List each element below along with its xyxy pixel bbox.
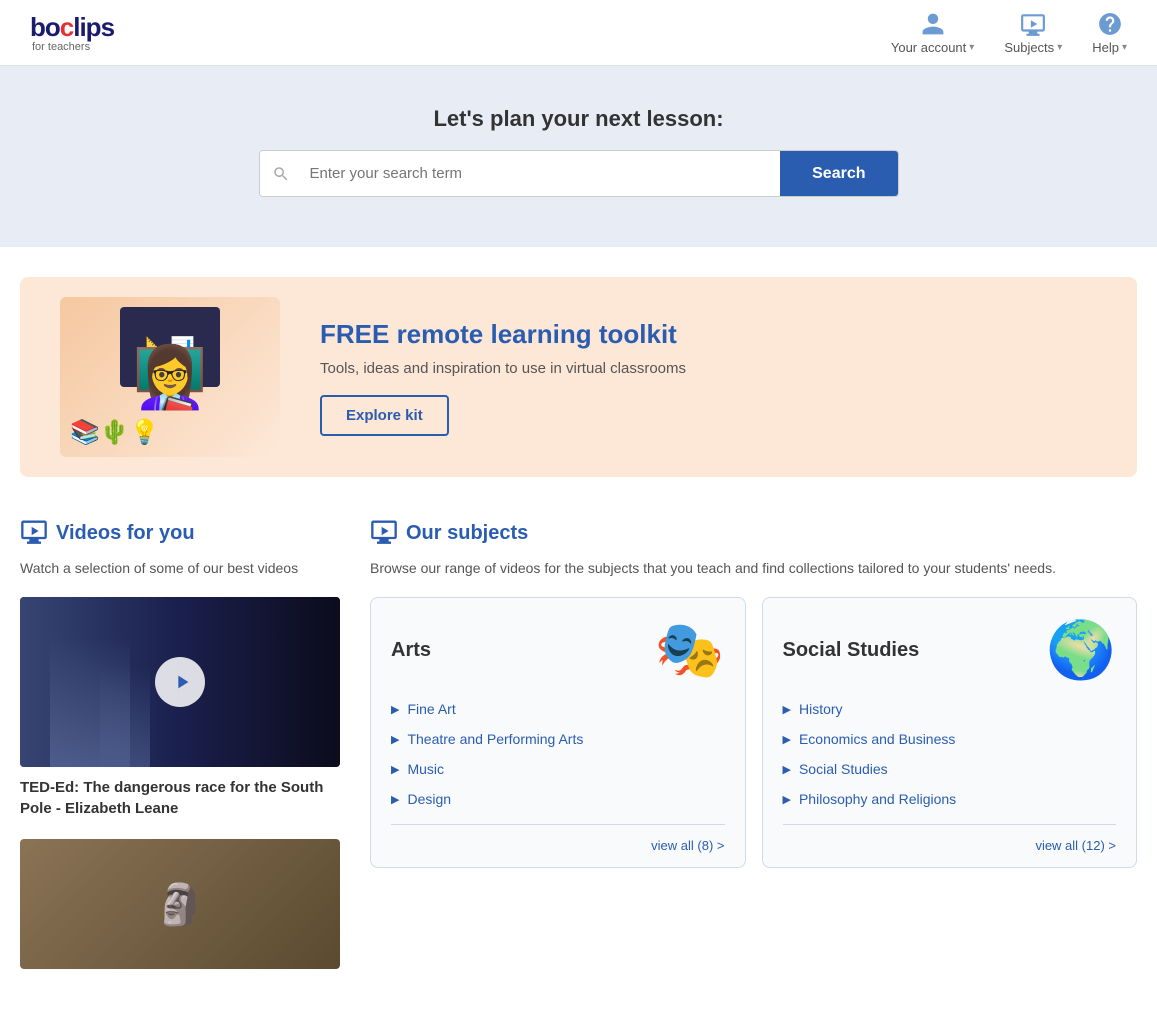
search-icon bbox=[260, 151, 302, 196]
person-icon bbox=[919, 10, 947, 38]
help-label: Help bbox=[1092, 40, 1119, 55]
social-studies-card-title: Social Studies bbox=[783, 639, 920, 662]
history-link[interactable]: History bbox=[799, 701, 843, 717]
social-studies-card-header: Social Studies 🌍 bbox=[783, 622, 1117, 678]
arts-view-all-link[interactable]: view all (8) > bbox=[651, 838, 724, 853]
banner-content: FREE remote learning toolkit Tools, idea… bbox=[320, 319, 1097, 436]
video-title: TED-Ed: The dangerous race for the South… bbox=[20, 777, 340, 819]
theatre-link[interactable]: Theatre and Performing Arts bbox=[407, 731, 583, 747]
arrow-icon: ▶ bbox=[391, 703, 399, 716]
arrow-icon: ▶ bbox=[783, 703, 791, 716]
arrow-icon: ▶ bbox=[783, 733, 791, 746]
video-card: 🗿 bbox=[20, 839, 340, 969]
logo-text: boclips bbox=[30, 12, 114, 43]
subjects-section: Our subjects Browse our range of videos … bbox=[370, 517, 1137, 989]
video-card: TED-Ed: The dangerous race for the South… bbox=[20, 597, 340, 819]
social-studies-card: Social Studies 🌍 ▶ History ▶ Economics a… bbox=[762, 597, 1138, 868]
subjects-section-desc: Browse our range of videos for the subje… bbox=[370, 558, 1137, 579]
list-item: ▶ History bbox=[783, 694, 1117, 724]
arrow-icon: ▶ bbox=[391, 763, 399, 776]
videos-icon bbox=[20, 517, 48, 550]
help-icon bbox=[1096, 10, 1124, 38]
search-input[interactable] bbox=[302, 151, 781, 196]
subjects-section-title: Our subjects bbox=[406, 522, 528, 545]
arts-card-title: Arts bbox=[391, 639, 431, 662]
nav-your-account[interactable]: Your account ▾ bbox=[891, 10, 974, 55]
hero-title: Let's plan your next lesson: bbox=[30, 106, 1127, 132]
header: boclips for teachers Your account ▾ bbox=[0, 0, 1157, 66]
monitor-icon bbox=[1019, 10, 1047, 38]
search-button[interactable]: Search bbox=[780, 151, 897, 196]
videos-section-desc: Watch a selection of some of our best vi… bbox=[20, 558, 340, 579]
design-link[interactable]: Design bbox=[407, 791, 451, 807]
list-item: ▶ Social Studies bbox=[783, 754, 1117, 784]
list-item: ▶ Theatre and Performing Arts bbox=[391, 724, 725, 754]
banner-subtitle: Tools, ideas and inspiration to use in v… bbox=[320, 360, 1097, 377]
arrow-icon: ▶ bbox=[783, 793, 791, 806]
main-content: Videos for you Watch a selection of some… bbox=[0, 507, 1157, 1029]
videos-section-header: Videos for you bbox=[20, 517, 340, 550]
economics-link[interactable]: Economics and Business bbox=[799, 731, 955, 747]
video-thumbnail-2[interactable]: 🗿 bbox=[20, 839, 340, 969]
list-item: ▶ Design bbox=[391, 784, 725, 814]
your-account-label: Your account bbox=[891, 40, 966, 55]
arrow-icon: ▶ bbox=[391, 793, 399, 806]
chevron-down-icon: ▾ bbox=[1122, 42, 1127, 53]
subjects-icon bbox=[370, 517, 398, 550]
videos-section-title: Videos for you bbox=[56, 522, 195, 545]
social-studies-link[interactable]: Social Studies bbox=[799, 761, 888, 777]
list-item: ▶ Music bbox=[391, 754, 725, 784]
header-nav: Your account ▾ Subjects ▾ bbox=[891, 10, 1127, 55]
list-item: ▶ Fine Art bbox=[391, 694, 725, 724]
banner-illustration: 👩‍🏫 📚🌵💡 📐📊 bbox=[60, 297, 280, 457]
explore-kit-button[interactable]: Explore kit bbox=[320, 395, 449, 436]
logo-sub: for teachers bbox=[32, 41, 114, 53]
banner: 👩‍🏫 📚🌵💡 📐📊 FREE remote learning toolkit … bbox=[20, 277, 1137, 477]
subjects-grid: Arts 🎭 ▶ Fine Art ▶ Theatre and Performi… bbox=[370, 597, 1137, 868]
social-studies-view-all-link[interactable]: view all (12) > bbox=[1035, 838, 1116, 853]
arts-card-footer: view all (8) > bbox=[391, 824, 725, 867]
arrow-icon: ▶ bbox=[783, 763, 791, 776]
subjects-label: Subjects bbox=[1004, 40, 1054, 55]
video-thumbnail[interactable] bbox=[20, 597, 340, 767]
social-studies-card-footer: view all (12) > bbox=[783, 824, 1117, 867]
arrow-icon: ▶ bbox=[391, 733, 399, 746]
social-studies-links: ▶ History ▶ Economics and Business ▶ Soc… bbox=[783, 694, 1117, 814]
subjects-section-header: Our subjects bbox=[370, 517, 1137, 550]
arts-links: ▶ Fine Art ▶ Theatre and Performing Arts… bbox=[391, 694, 725, 814]
hero-section: Let's plan your next lesson: Search bbox=[0, 66, 1157, 247]
social-studies-icon: 🌍 bbox=[1046, 622, 1116, 678]
banner-title: FREE remote learning toolkit bbox=[320, 319, 1097, 350]
chevron-down-icon: ▾ bbox=[1057, 42, 1062, 53]
play-button[interactable] bbox=[155, 657, 205, 707]
logo[interactable]: boclips for teachers bbox=[30, 12, 114, 53]
arts-card-header: Arts 🎭 bbox=[391, 622, 725, 678]
videos-section: Videos for you Watch a selection of some… bbox=[20, 517, 340, 989]
philosophy-link[interactable]: Philosophy and Religions bbox=[799, 791, 956, 807]
fine-art-link[interactable]: Fine Art bbox=[407, 701, 455, 717]
arts-card: Arts 🎭 ▶ Fine Art ▶ Theatre and Performi… bbox=[370, 597, 746, 868]
search-bar: Search bbox=[259, 150, 899, 197]
chevron-down-icon: ▾ bbox=[969, 42, 974, 53]
list-item: ▶ Philosophy and Religions bbox=[783, 784, 1117, 814]
list-item: ▶ Economics and Business bbox=[783, 724, 1117, 754]
nav-subjects[interactable]: Subjects ▾ bbox=[1004, 10, 1062, 55]
arts-icon: 🎭 bbox=[655, 622, 725, 678]
music-link[interactable]: Music bbox=[407, 761, 444, 777]
nav-help[interactable]: Help ▾ bbox=[1092, 10, 1127, 55]
